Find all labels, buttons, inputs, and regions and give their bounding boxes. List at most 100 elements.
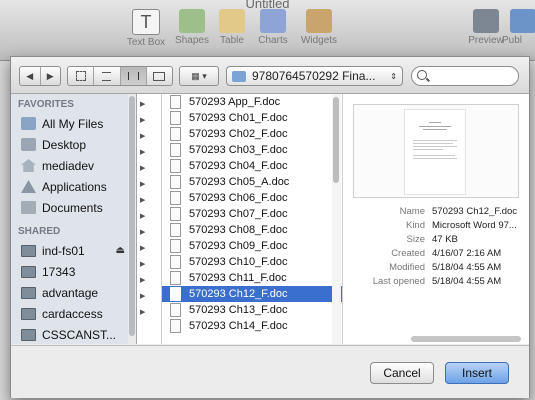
text-box-icon: T — [132, 9, 160, 35]
file-row[interactable]: 570293 Ch01_F.doc — [162, 110, 342, 126]
file-name: 570293 Ch09_F.doc — [189, 240, 288, 252]
sidebar-item-cardaccess[interactable]: cardaccess — [11, 303, 136, 324]
parent-column[interactable]: ▶ ▶ ▶ ▶ ▶ ▶ ▶ ▶ ▶ ▶ ▶ ▶ ▶ ▶ — [137, 94, 162, 344]
document-icon — [170, 255, 181, 269]
disclosure-arrow-icon: ▶ — [140, 165, 146, 172]
back-button[interactable]: ◀ — [20, 67, 41, 85]
info-value: 4/16/07 2:16 AM — [432, 248, 502, 259]
document-icon — [170, 111, 181, 125]
sidebar-item-desktop[interactable]: Desktop — [11, 134, 136, 155]
sidebar-item-csscanst[interactable]: CSSCANST... — [11, 324, 136, 344]
file-row-selected[interactable]: 570293 Ch12_F.doc — [162, 286, 342, 302]
computer-icon — [21, 265, 36, 278]
search-icon — [417, 70, 427, 80]
icon-view-button[interactable] — [68, 67, 95, 85]
charts-icon — [260, 9, 286, 33]
info-value: 5/18/04 4:55 AM — [432, 262, 502, 273]
info-value: 570293 Ch12_F.doc — [432, 206, 518, 217]
document-icon — [170, 175, 181, 189]
document-icon — [170, 127, 181, 141]
disclosure-arrow-icon: ▶ — [140, 229, 146, 236]
search-input[interactable] — [430, 68, 516, 84]
arrange-button[interactable]: ▦ ▾ — [179, 66, 219, 86]
file-name: 570293 Ch08_F.doc — [189, 224, 288, 236]
eject-icon[interactable]: ⏏ — [116, 245, 125, 256]
cover-flow-button[interactable] — [147, 67, 172, 85]
info-row: Kind Microsoft Word 97... — [343, 220, 529, 234]
info-key: Modified — [389, 262, 425, 273]
file-row[interactable]: 570293 Ch03_F.doc — [162, 142, 342, 158]
file-name: 570293 Ch03_F.doc — [189, 144, 288, 156]
file-row[interactable]: 570293 Ch04_F.doc — [162, 158, 342, 174]
file-row[interactable]: 570293 Ch02_F.doc — [162, 126, 342, 142]
disclosure-arrow-icon: ▶ — [140, 293, 146, 300]
sidebar-item-ind-fs01[interactable]: ind-fs01 ⏏ — [11, 240, 136, 261]
document-icon — [170, 271, 181, 285]
dialog-footer: Cancel Insert — [11, 345, 529, 398]
info-key: Name — [399, 206, 425, 217]
document-icon — [170, 95, 181, 109]
file-row[interactable]: 570293 Ch14_F.doc — [162, 318, 342, 334]
disclosure-arrow-icon: ▶ — [140, 213, 146, 220]
disclosure-arrow-icon: ▶ — [140, 197, 146, 204]
info-row: Size 47 KB — [343, 234, 529, 248]
publish-button[interactable]: Publ — [502, 9, 535, 46]
location-popup[interactable]: 9780764570292 Fina... ⇕ — [226, 66, 403, 86]
cancel-button[interactable]: Cancel — [370, 362, 434, 384]
file-row[interactable]: 570293 App_F.doc — [162, 94, 342, 110]
file-name: 570293 App_F.doc — [189, 96, 281, 108]
column-view-button[interactable] — [120, 67, 147, 85]
widgets-button[interactable]: Widgets — [289, 9, 349, 46]
file-row[interactable]: 570293 Ch05_A.doc — [162, 174, 342, 190]
info-key: Last opened — [372, 276, 425, 287]
list-view-icon — [102, 71, 112, 81]
sidebar-item-label: Desktop — [42, 137, 87, 152]
info-value: 5/18/04 4:55 AM — [432, 276, 502, 287]
applications-icon — [21, 180, 36, 193]
file-row[interactable]: 570293 Ch06_F.doc — [162, 190, 342, 206]
info-key: Created — [391, 248, 425, 259]
desktop-icon — [21, 138, 36, 151]
sidebar-item-mediadev[interactable]: mediadev — [11, 155, 136, 176]
file-name: 570293 Ch14_F.doc — [189, 320, 288, 332]
app-toolbar: Untitled T Text Box Shapes Table Charts … — [0, 0, 535, 61]
dialog-toolbar: ◀ ▶ ▦ ▾ 9780764570292 Fina... ⇕ — [11, 57, 529, 94]
search-field[interactable] — [411, 66, 519, 86]
list-view-button[interactable] — [94, 67, 121, 85]
document-icon — [170, 239, 181, 253]
sidebar-item-documents[interactable]: Documents — [11, 197, 136, 218]
file-row[interactable]: 570293 Ch07_F.doc — [162, 206, 342, 222]
home-folder-icon — [21, 159, 36, 172]
sidebar-item-17343[interactable]: 17343 — [11, 261, 136, 282]
file-name: 570293 Ch10_F.doc — [189, 256, 288, 268]
sidebar-item-label: 17343 — [42, 264, 76, 279]
preview-horizontal-scroll-thumb[interactable] — [411, 336, 521, 342]
sidebar-scroll-thumb[interactable] — [129, 96, 135, 336]
sidebar-item-label: Applications — [42, 179, 107, 194]
document-icon — [170, 207, 181, 221]
documents-icon — [21, 201, 36, 214]
sidebar-item-applications[interactable]: Applications — [11, 176, 136, 197]
info-value: Microsoft Word 97... — [432, 220, 517, 231]
arrange-icon: ▦ ▾ — [191, 70, 207, 81]
widgets-icon — [306, 9, 332, 33]
file-row[interactable]: 570293 Ch11_F.doc — [162, 270, 342, 286]
document-icon — [170, 191, 181, 205]
file-row[interactable]: 570293 Ch10_F.doc — [162, 254, 342, 270]
computer-icon — [21, 286, 36, 299]
forward-button[interactable]: ▶ — [41, 67, 61, 85]
file-list-scroll-thumb[interactable] — [333, 97, 339, 183]
forward-arrow-icon: ▶ — [46, 70, 54, 81]
file-row[interactable]: 570293 Ch09_F.doc — [162, 238, 342, 254]
favorites-heading: FAVORITES — [18, 99, 74, 110]
file-row[interactable]: 570293 Ch08_F.doc — [162, 222, 342, 238]
sidebar-item-advantage[interactable]: advantage — [11, 282, 136, 303]
document-thumbnail — [353, 104, 519, 198]
file-row[interactable]: 570293 Ch13_F.doc — [162, 302, 342, 318]
sidebar-item-label: mediadev — [42, 158, 95, 173]
insert-button[interactable]: Insert — [445, 362, 509, 384]
file-name: 570293 Ch01_F.doc — [189, 112, 288, 124]
sidebar-item-all-my-files[interactable]: All My Files — [11, 113, 136, 134]
disclosure-arrow-icon: ▶ — [140, 101, 146, 108]
location-label: 9780764570292 Fina... — [252, 69, 376, 83]
